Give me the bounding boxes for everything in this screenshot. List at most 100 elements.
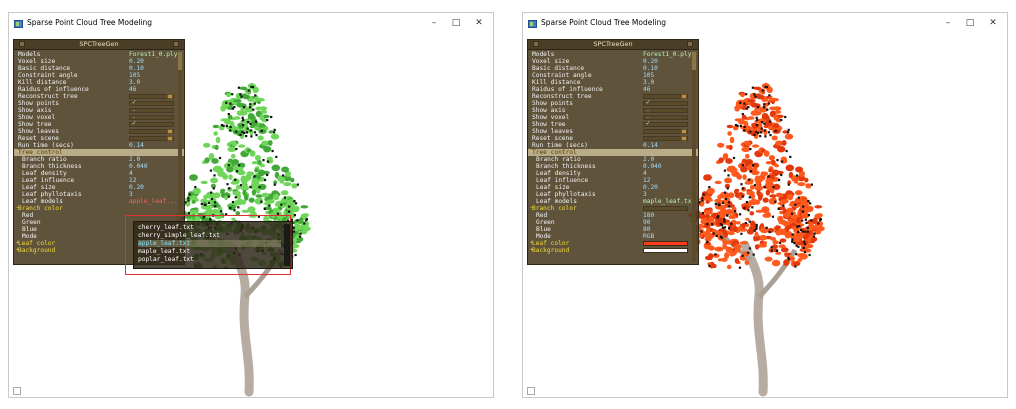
row-show-leaves[interactable]: Show leaves <box>528 128 698 135</box>
minimize-button[interactable]: – <box>937 16 959 31</box>
row-leaf-phyllotaxis[interactable]: Leaf phyllotaxis 3 <box>528 191 698 198</box>
point <box>754 95 757 98</box>
row-show-axis[interactable]: Show axis - <box>528 107 698 114</box>
row-leaf-influence[interactable]: Leaf influence 12 <box>14 177 184 184</box>
group-branch-color[interactable]: − Branch color <box>528 205 698 212</box>
row-show-tree[interactable]: Show tree ✓ <box>14 120 184 128</box>
row-voxel-size[interactable]: Voxel size 0.20 <box>14 58 184 65</box>
show-tree-checkbox[interactable]: ✓ <box>132 120 136 127</box>
show-points-checkbox[interactable]: ✓ <box>646 99 650 106</box>
row-show-tree[interactable]: Show tree ✓ <box>528 120 698 128</box>
row-show-points[interactable]: Show points ✓ <box>528 99 698 107</box>
row-branch-ratio[interactable]: Branch ratio 2.0 <box>528 156 698 163</box>
row-voxel-size[interactable]: Voxel size 0.20 <box>528 58 698 65</box>
panel-iconify-icon[interactable] <box>173 41 179 47</box>
tweak-bar-spctreegen[interactable]: SPCTreeGen Models Forest1_0.ply Voxel siz… <box>527 39 699 265</box>
row-kill-distance[interactable]: Kill distance 3.0 <box>14 79 184 86</box>
reset-scene-button[interactable] <box>167 136 173 141</box>
panel-scrollbar[interactable] <box>692 52 696 262</box>
3d-viewport[interactable]: SPCTreeGen Models Forest1_0.ply Voxel siz… <box>523 35 1007 397</box>
resize-grip-icon[interactable] <box>527 387 535 395</box>
row-branch-thickness[interactable]: Branch thickness 0.040 <box>528 163 698 170</box>
row-leaf-size[interactable]: Leaf size 0.20 <box>14 184 184 191</box>
minimize-button[interactable]: – <box>423 16 445 31</box>
resize-grip-icon[interactable] <box>13 387 21 395</box>
leaf-models-dropdown[interactable]: cherry_leaf.txt cherry_simple_leaf.txt a… <box>133 221 293 269</box>
3d-viewport[interactable]: SPCTreeGen Models Forest1_0.ply Voxel siz… <box>9 35 493 397</box>
leaf-color-swatch[interactable] <box>643 241 688 246</box>
scrollbar-thumb[interactable] <box>178 52 182 70</box>
close-button[interactable]: ✕ <box>982 16 1004 31</box>
row-models[interactable]: Models Forest1_0.ply <box>14 51 184 58</box>
show-leaves-button[interactable] <box>681 129 687 134</box>
point <box>770 246 773 249</box>
row-leaf-models[interactable]: Leaf models maple_leaf.txt <box>528 198 698 205</box>
row-show-voxel[interactable]: Show voxel - <box>528 114 698 121</box>
row-radius-of-influence[interactable]: Raidus of influence 46 <box>528 86 698 93</box>
title-bar[interactable]: Sparse Point Cloud Tree Modeling – □ ✕ <box>523 13 1007 35</box>
group-tree-control[interactable]: − Tree control <box>14 149 184 156</box>
row-reset-scene[interactable]: Reset scene <box>528 135 698 142</box>
row-kill-distance[interactable]: Kill distance 3.0 <box>528 79 698 86</box>
leaf <box>192 187 201 195</box>
models-value[interactable]: Forest1_0.ply <box>129 51 177 58</box>
group-leaf-color[interactable]: + Leaf color <box>528 240 698 247</box>
row-red[interactable]: Red 180 <box>528 212 698 219</box>
panel-title-bar[interactable]: SPCTreeGen <box>14 40 184 50</box>
row-show-axis[interactable]: Show axis - <box>14 107 184 114</box>
dropdown-option[interactable]: cherry_leaf.txt <box>138 224 194 231</box>
group-background[interactable]: + Background <box>528 247 698 254</box>
row-radius-of-influence[interactable]: Raidus of influence 46 <box>14 86 184 93</box>
maximize-button[interactable]: □ <box>959 16 981 31</box>
dropdown-option-highlighted[interactable]: apple_leaf.txt <box>138 240 281 247</box>
row-mode[interactable]: Mode RGB <box>528 233 698 240</box>
dropdown-option[interactable]: cherry_simple_leaf.txt <box>138 232 220 239</box>
row-leaf-influence[interactable]: Leaf influence 12 <box>528 177 698 184</box>
row-leaf-phyllotaxis[interactable]: Leaf phyllotaxis 3 <box>14 191 184 198</box>
leaf-models-select[interactable]: maple_leaf.txt <box>643 198 695 205</box>
row-reconstruct-tree[interactable]: Reconstruct tree <box>528 93 698 100</box>
row-reconstruct-tree[interactable]: Reconstruct tree <box>14 93 184 100</box>
row-branch-thickness[interactable]: Branch thickness 0.040 <box>14 163 184 170</box>
reset-scene-button[interactable] <box>681 136 687 141</box>
show-axis-checkbox[interactable]: - <box>646 107 650 114</box>
row-show-leaves[interactable]: Show leaves <box>14 128 184 135</box>
show-points-checkbox[interactable]: ✓ <box>132 99 136 106</box>
show-tree-checkbox[interactable]: ✓ <box>646 120 650 127</box>
models-value[interactable]: Forest1_0.ply <box>643 51 691 58</box>
dropdown-option[interactable]: poplar_leaf.txt <box>138 256 194 263</box>
show-leaves-button[interactable] <box>167 129 173 134</box>
scrollbar-thumb[interactable] <box>692 52 696 70</box>
row-constraint-angle[interactable]: Constraint angle 105 <box>14 72 184 79</box>
dropdown-scrollbar[interactable] <box>284 224 290 266</box>
panel-title-bar[interactable]: SPCTreeGen <box>528 40 698 50</box>
row-leaf-size[interactable]: Leaf size 0.20 <box>528 184 698 191</box>
row-basic-distance[interactable]: Basic distance 0.10 <box>528 65 698 72</box>
row-green[interactable]: Green 90 <box>528 219 698 226</box>
panel-iconify-icon[interactable] <box>687 41 693 47</box>
background-color-swatch[interactable] <box>643 248 688 253</box>
group-tree-control[interactable]: − Tree control <box>528 149 698 156</box>
maximize-button[interactable]: □ <box>445 16 467 31</box>
row-show-voxel[interactable]: Show voxel - <box>14 114 184 121</box>
row-models[interactable]: Models Forest1_0.ply <box>528 51 698 58</box>
title-bar[interactable]: Sparse Point Cloud Tree Modeling – □ ✕ <box>9 13 493 35</box>
row-basic-distance[interactable]: Basic distance 0.10 <box>14 65 184 72</box>
row-constraint-angle[interactable]: Constraint angle 105 <box>528 72 698 79</box>
row-leaf-density[interactable]: Leaf density 4 <box>14 170 184 177</box>
row-reset-scene[interactable]: Reset scene <box>14 135 184 142</box>
reconstruct-button[interactable] <box>167 94 173 99</box>
row-leaf-models[interactable]: Leaf models apple_leaf... <box>14 198 184 205</box>
group-branch-color[interactable]: − Branch color <box>14 205 184 212</box>
leaf-models-select[interactable]: apple_leaf... <box>129 198 177 205</box>
show-axis-checkbox[interactable]: - <box>132 107 136 114</box>
row-branch-ratio[interactable]: Branch ratio 2.0 <box>14 156 184 163</box>
row-leaf-density[interactable]: Leaf density 4 <box>528 170 698 177</box>
close-button[interactable]: ✕ <box>468 16 490 31</box>
dropdown-option[interactable]: maple_leaf.txt <box>138 248 190 255</box>
reconstruct-button[interactable] <box>681 94 687 99</box>
row-blue[interactable]: Blue 80 <box>528 226 698 233</box>
panel-menu-icon[interactable] <box>19 41 25 47</box>
row-show-points[interactable]: Show points ✓ <box>14 99 184 107</box>
panel-menu-icon[interactable] <box>533 41 539 47</box>
